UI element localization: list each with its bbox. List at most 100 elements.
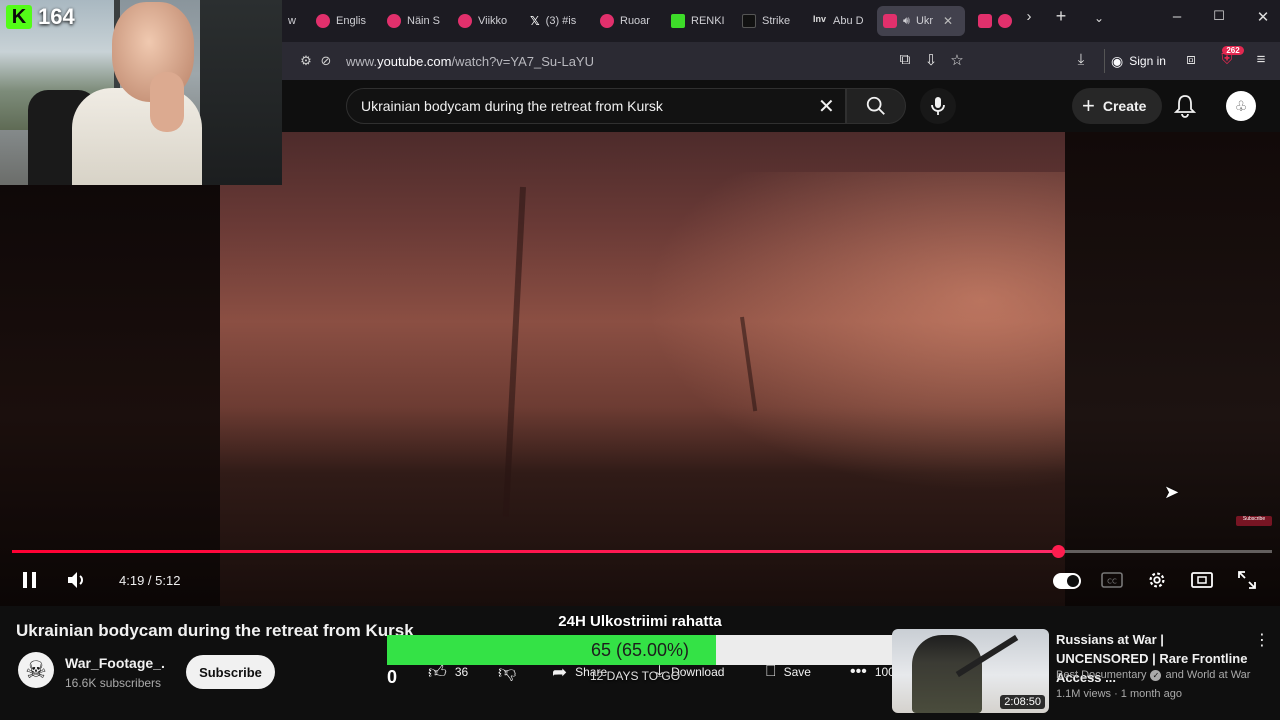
volume-button[interactable] — [64, 568, 90, 592]
browser-tab[interactable]: Viikko — [452, 6, 518, 36]
tracking-protection-icon[interactable]: ⊘ — [316, 53, 336, 69]
progress-played — [12, 550, 1058, 553]
tab-label: Ukr — [915, 15, 934, 27]
plus-icon: + — [1082, 93, 1095, 118]
search-input[interactable]: Ukrainian bodycam during the retreat fro… — [346, 88, 846, 124]
viewer-count: 164 — [38, 4, 75, 29]
tab-scroll-right-icon[interactable]: › — [1016, 8, 1042, 25]
recommended-channel-name: Best Documentary — [1056, 669, 1147, 681]
recommended-channel-suffix: and World at War — [1165, 669, 1251, 681]
progress-scrubber[interactable] — [1051, 545, 1065, 558]
account-icon: ◉ — [1111, 52, 1124, 69]
create-label: Create — [1102, 98, 1147, 114]
video-frame[interactable]: Subscribe — [220, 132, 1272, 606]
tab-list-chevron-down-icon[interactable]: ⌄ — [1086, 11, 1112, 25]
svg-text:CC: CC — [1107, 578, 1117, 586]
subscribe-button[interactable]: Subscribe — [186, 655, 275, 689]
recommended-more-icon[interactable]: ⋮ — [1254, 630, 1270, 650]
browser-tab-active[interactable]: 🔊︎ Ukr ✕ — [877, 6, 965, 36]
inv-logo-icon: Inv — [813, 14, 827, 24]
browser-tab[interactable]: RENKI — [665, 6, 731, 36]
stream-goal-count: 0 — [387, 667, 398, 687]
tab-label: Strike — [762, 15, 791, 27]
channel-name[interactable]: War_Footage_. — [65, 655, 165, 671]
x-logo-icon: 𝕏 — [530, 14, 540, 28]
recommended-video-thumbnail[interactable]: 2:08:50 — [892, 629, 1049, 713]
video-pole — [502, 186, 526, 517]
youtube-masthead: Ukrainian bodycam during the retreat fro… — [282, 80, 1280, 132]
picture-in-picture-icon[interactable]: ⧉ — [894, 51, 916, 68]
extension-badge: 262 — [1222, 46, 1244, 55]
notifications-bell-icon[interactable] — [1173, 94, 1197, 123]
tab-label: (3) #is — [545, 15, 577, 27]
page-settings-icon[interactable]: ⚙︎ — [296, 53, 316, 69]
tab-label: w a — [288, 15, 298, 27]
search-button[interactable] — [846, 88, 906, 124]
speaker-icon: 🔊︎ — [903, 14, 910, 27]
webcam-person-arm — [150, 72, 184, 132]
verified-check-icon: ✓ — [1150, 669, 1162, 681]
close-icon[interactable]: ✕ — [943, 14, 953, 28]
address-bar[interactable]: ⚙︎ ⊘ www.youtube.com/watch?v=YA7_Su-LaYU — [290, 46, 960, 76]
create-button[interactable]: + Create — [1072, 88, 1163, 124]
autoplay-toggle[interactable] — [1053, 573, 1081, 589]
bookmark-icon: ⎕ — [766, 663, 776, 680]
browser-tab[interactable]: Strike — [736, 6, 802, 36]
browser-tab[interactable]: Inv Abu D — [807, 6, 873, 36]
skull-icon: ☠ — [25, 656, 47, 684]
ambient-backdrop-right — [1065, 132, 1280, 606]
tab-label: Abu D — [833, 15, 864, 27]
mini-subscribe-watermark[interactable]: Subscribe — [1236, 516, 1272, 526]
settings-button[interactable] — [1145, 568, 1169, 592]
browser-tab[interactable]: Englis — [310, 6, 376, 36]
recommended-video-channel[interactable]: Best Documentary ✓ and World at War — [1056, 669, 1250, 681]
pause-button[interactable] — [18, 568, 42, 592]
url-text: www.youtube.com/watch?v=YA7_Su-LaYU — [346, 53, 594, 69]
thumbnail-soldier — [912, 635, 982, 713]
pause-icon — [23, 572, 36, 588]
streamer-webcam: K 164 — [0, 0, 282, 185]
browser-nav-bar: ⚙︎ ⊘ www.youtube.com/watch?v=YA7_Su-LaYU… — [282, 42, 1280, 80]
progress-bar[interactable] — [12, 545, 1272, 558]
clear-search-icon[interactable]: ✕ — [818, 94, 835, 119]
downloads-icon[interactable]: ⤓ — [1070, 51, 1092, 68]
browser-tab[interactable]: w a — [282, 6, 298, 36]
maximize-icon[interactable]: ☐ — [1206, 8, 1232, 24]
new-tab-icon[interactable]: + — [1048, 6, 1074, 27]
fullscreen-icon — [1238, 571, 1256, 589]
theater-mode-button[interactable] — [1190, 568, 1214, 592]
search-icon — [866, 96, 885, 115]
time-display: 4:19 / 5:12 — [119, 573, 181, 588]
fullscreen-button[interactable] — [1235, 568, 1259, 592]
browser-tab[interactable] — [972, 6, 1020, 36]
tab-favicon-icon — [316, 14, 330, 28]
browser-tab[interactable]: Näin S — [381, 6, 447, 36]
more-horizontal-icon: ••• — [850, 663, 867, 680]
user-avatar[interactable]: ♧ — [1226, 91, 1256, 121]
subscriber-count: 16.6K subscribers — [65, 676, 162, 690]
video-title: Ukrainian bodycam during the retreat fro… — [16, 621, 414, 640]
like-count: 36 — [454, 665, 469, 679]
voice-search-button[interactable] — [920, 88, 956, 124]
subtitles-button[interactable]: CC — [1100, 568, 1124, 592]
menu-icon[interactable]: ≡ — [1250, 51, 1272, 68]
tab-favicon-icon — [600, 14, 614, 28]
extensions-icon[interactable]: ⧈ — [1180, 51, 1202, 68]
kick-logo-icon — [671, 14, 685, 28]
tab-label: Englis — [336, 15, 366, 27]
browser-tab[interactable]: Ruoar — [594, 6, 660, 36]
bookmark-star-icon[interactable]: ☆ — [946, 51, 968, 69]
browser-tab[interactable]: 𝕏 (3) #is — [524, 6, 590, 36]
sign-in-button[interactable]: ◉ Sign in — [1104, 49, 1172, 73]
save-page-icon[interactable]: ⇩ — [920, 51, 942, 69]
ambient-backdrop-left — [0, 132, 220, 606]
minimize-icon[interactable]: – — [1164, 8, 1190, 25]
tab-favicon-icon — [742, 14, 756, 28]
tab-label: Ruoar — [620, 15, 650, 27]
stream-goal-days-left: 12 DAYS TO GO — [590, 669, 681, 683]
viewer-count-badge: K 164 — [6, 4, 75, 30]
video-player[interactable]: Subscribe ➤ 4:19 / 5:12 CC — [0, 132, 1280, 606]
channel-avatar[interactable]: ☠ — [18, 652, 54, 688]
window-close-icon[interactable]: ✕ — [1250, 8, 1276, 26]
youtube-favicon-icon — [978, 14, 992, 28]
